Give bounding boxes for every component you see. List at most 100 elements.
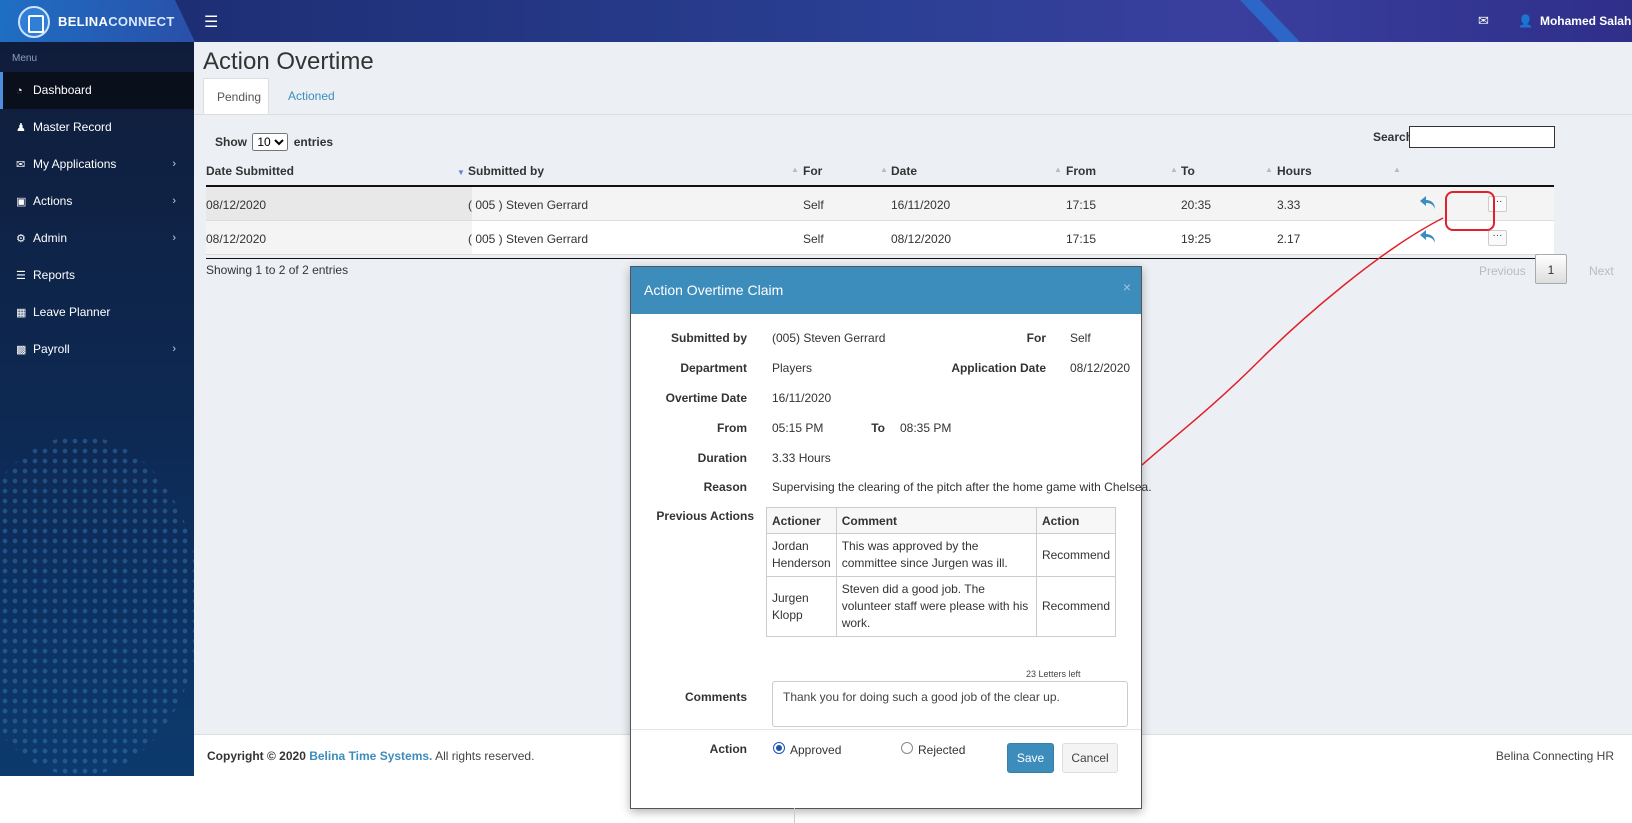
sidebar-item-master-record[interactable]: ♟ Master Record — [0, 109, 194, 146]
sidebar-item-label: Admin — [33, 231, 68, 245]
sidebar-item-label: Dashboard — [33, 83, 92, 97]
sidebar-menu-label: Menu — [12, 53, 38, 64]
cancel-button[interactable]: Cancel — [1062, 743, 1118, 773]
cell-comment: This was approved by the committee since… — [835, 533, 1037, 577]
show-label: Show — [215, 135, 247, 149]
cell-from: 17:15 — [1066, 198, 1097, 212]
cell-hours: 2.17 — [1277, 232, 1301, 246]
sidebar-item-label: Master Record — [33, 120, 112, 134]
company-link[interactable]: Belina Time Systems. — [309, 749, 432, 763]
pagination-page-1[interactable]: 1 — [1535, 254, 1567, 284]
reason-label: Reason — [703, 480, 747, 494]
page-size-select[interactable]: 10 — [252, 133, 289, 151]
previous-action-row: Jurgen Klopp Steven did a good job. The … — [766, 576, 1117, 637]
cell-to: 20:35 — [1181, 198, 1212, 212]
table-row: 08/12/2020 ( 005 ) Steven Gerrard Self 0… — [206, 221, 1554, 255]
for-value: Self — [1070, 331, 1091, 345]
envelope-icon[interactable]: ✉ — [1478, 13, 1489, 29]
user-menu[interactable]: 👤 Mohamed Salah — [1518, 14, 1631, 28]
sidebar-item-actions[interactable]: ▣ Actions › — [0, 183, 194, 220]
sidebar-item-leave-planner[interactable]: ▦ Leave Planner — [0, 294, 194, 331]
money-icon: ▩ — [16, 344, 27, 356]
reply-icon[interactable] — [1419, 229, 1437, 245]
close-icon[interactable]: × — [1123, 279, 1131, 295]
entries-label: entries — [293, 135, 334, 149]
sort-icon: ▲ — [791, 165, 799, 174]
modal-footer: Save Cancel — [631, 729, 1141, 809]
brand-part2: CONNECT — [108, 14, 175, 29]
submitted-by-label: Submitted by — [670, 331, 747, 345]
page-title: Action Overtime — [203, 48, 374, 75]
sidebar-item-payroll[interactable]: ▩ Payroll › — [0, 331, 194, 368]
cell-comment: Steven did a good job. The volunteer sta… — [835, 576, 1037, 637]
sidebar-item-admin[interactable]: ⚙ Admin › — [0, 220, 194, 257]
hamburger-icon[interactable]: ☰ — [204, 12, 218, 32]
dashboard-icon: ◔ — [16, 85, 23, 97]
cell-hours: 3.33 — [1277, 198, 1301, 212]
sidebar-item-label: My Applications — [33, 157, 117, 171]
cell-for: Self — [803, 198, 824, 212]
belina-logo-icon — [18, 6, 50, 38]
duration-label: Duration — [697, 451, 747, 465]
copyright-text: Copyright © 2020 Belina Time Systems. Al… — [207, 749, 534, 763]
cell-to: 19:25 — [1181, 232, 1212, 246]
sidebar-item-reports[interactable]: ☰ Reports — [0, 257, 194, 294]
cell-action: Recommend — [1035, 576, 1117, 637]
application-date-value: 08/12/2020 — [1070, 361, 1131, 375]
top-navbar: BELINACONNECT ☰ ✉ 👤 Mohamed Salah — [0, 0, 1632, 42]
cell-actioner: Jordan Henderson — [766, 533, 837, 577]
department-label: Department — [680, 361, 747, 375]
cell-date: 08/12/2020 — [891, 232, 952, 246]
previous-actions-label: Previous Actions — [656, 509, 754, 523]
sort-icon: ▲ — [1170, 165, 1178, 174]
submitted-by-value: (005) Steven Gerrard — [772, 331, 886, 345]
header-decoration — [1240, 0, 1300, 42]
chevron-right-icon: › — [172, 232, 176, 244]
cell-date-submitted: 08/12/2020 — [206, 232, 267, 246]
column-header-hours[interactable]: Hours — [1277, 164, 1312, 178]
footer-tagline: Belina Connecting HR — [1495, 749, 1614, 763]
to-label: To — [871, 421, 885, 435]
annotation-highlight-box — [1445, 191, 1495, 231]
sidebar-item-dashboard[interactable]: ◔ Dashboard — [0, 72, 194, 109]
reply-icon[interactable] — [1419, 195, 1437, 211]
sidebar-item-label: Leave Planner — [33, 305, 111, 319]
chevron-right-icon: › — [172, 343, 176, 355]
col-comment: Comment — [835, 507, 1037, 534]
column-header-date[interactable]: Date — [891, 164, 917, 178]
sidebar-item-my-applications[interactable]: ✉ My Applications › — [0, 146, 194, 183]
previous-actions-header-row: Actioner Comment Action — [766, 507, 1117, 534]
to-value: 08:35 PM — [900, 421, 952, 435]
cell-date: 16/11/2020 — [891, 198, 951, 212]
column-header-submitted-by[interactable]: Submitted by — [468, 164, 544, 178]
save-button[interactable]: Save — [1007, 743, 1054, 773]
brand-name: BELINACONNECT — [58, 14, 175, 29]
tab-pending[interactable]: Pending — [203, 78, 269, 114]
col-actioner: Actioner — [766, 507, 837, 534]
divider — [794, 808, 795, 823]
sidebar-item-label: Payroll — [33, 342, 70, 356]
column-header-to[interactable]: To — [1181, 164, 1195, 178]
sidebar-item-label: Reports — [33, 268, 76, 282]
pagination-next[interactable]: Next — [1589, 264, 1614, 278]
book-icon: ☰ — [16, 270, 26, 282]
inbox-icon: ▣ — [16, 196, 27, 208]
cell-submitted-by: ( 005 ) Steven Gerrard — [468, 198, 589, 212]
column-header-from[interactable]: From — [1066, 164, 1096, 178]
brand-part1: BELINA — [58, 14, 109, 29]
gear-icon: ⚙ — [16, 233, 26, 245]
pagination-previous[interactable]: Previous — [1479, 264, 1526, 278]
previous-actions-table: Actioner Comment Action Jordan Henderson… — [766, 507, 1117, 637]
sort-icon: ▲ — [1054, 165, 1062, 174]
modal-title: Action Overtime Claim — [644, 282, 784, 298]
logo-area[interactable]: BELINACONNECT — [0, 0, 195, 42]
sort-icon: ▲ — [1265, 165, 1273, 174]
tab-actioned[interactable]: Actioned — [275, 78, 347, 114]
more-options-button[interactable]: ··· — [1488, 230, 1507, 246]
search-input[interactable] — [1409, 126, 1555, 148]
column-header-date-submitted[interactable]: Date Submitted — [206, 164, 294, 178]
sort-icon: ▲ — [1393, 165, 1401, 174]
column-header-for[interactable]: For — [803, 164, 822, 178]
chevron-right-icon: › — [172, 195, 176, 207]
comments-textarea[interactable]: Thank you for doing such a good job of t… — [772, 681, 1128, 727]
